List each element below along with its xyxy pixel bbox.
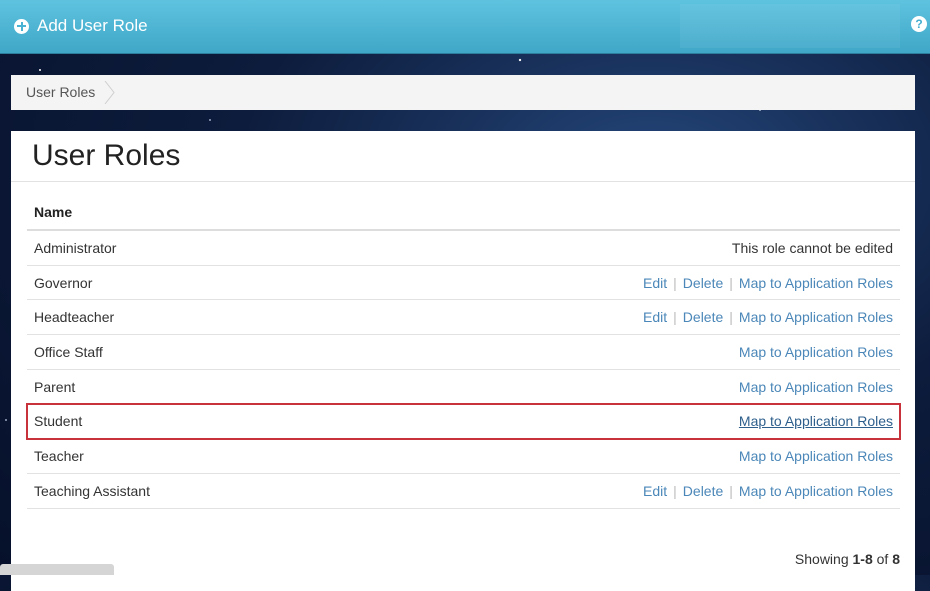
map-to-application-roles-link[interactable]: Map to Application Roles bbox=[739, 379, 893, 395]
table-row: Teacher Map to Application Roles bbox=[27, 439, 900, 474]
paging-summary: Showing 1-8 of 8 bbox=[795, 551, 900, 567]
map-to-application-roles-link[interactable]: Map to Application Roles bbox=[739, 344, 893, 360]
edit-link[interactable]: Edit bbox=[643, 275, 667, 291]
separator: | bbox=[673, 309, 677, 326]
role-name: Student bbox=[34, 413, 83, 430]
paging-total: 8 bbox=[892, 551, 900, 567]
map-to-application-roles-link[interactable]: Map to Application Roles bbox=[739, 448, 893, 464]
add-user-role-button[interactable]: Add User Role bbox=[14, 14, 148, 38]
table-row: Office Staff Map to Application Roles bbox=[27, 335, 900, 370]
role-name: Parent bbox=[34, 378, 76, 395]
role-name: Teacher bbox=[34, 447, 84, 464]
column-header-name: Name bbox=[34, 204, 73, 220]
map-to-application-roles-link[interactable]: Map to Application Roles bbox=[739, 275, 893, 291]
paging-range: 1-8 bbox=[852, 551, 873, 567]
horizontal-scrollbar[interactable] bbox=[0, 564, 114, 575]
row-actions: Edit | Delete | Map to Application Roles bbox=[643, 275, 893, 291]
map-to-application-roles-link[interactable]: Map to Application Roles bbox=[739, 413, 893, 429]
table-row: Administrator This role cannot be edited bbox=[27, 231, 900, 266]
delete-link[interactable]: Delete bbox=[683, 309, 723, 325]
separator: | bbox=[729, 274, 733, 291]
delete-link[interactable]: Delete bbox=[683, 275, 723, 291]
role-name: Administrator bbox=[34, 239, 117, 256]
separator: | bbox=[729, 309, 733, 326]
row-actions: Edit | Delete | Map to Application Roles bbox=[643, 483, 893, 499]
role-name: Governor bbox=[34, 274, 93, 291]
edit-link[interactable]: Edit bbox=[643, 309, 667, 325]
user-roles-table: Name Administrator This role cannot be e… bbox=[26, 195, 901, 509]
paging-prefix: Showing bbox=[794, 551, 849, 567]
separator: | bbox=[729, 482, 733, 499]
help-icon[interactable]: ? bbox=[911, 16, 927, 32]
table-row-highlighted: Student Map to Application Roles bbox=[26, 403, 901, 441]
map-to-application-roles-link[interactable]: Map to Application Roles bbox=[739, 309, 893, 325]
main-card: User Roles Name Administrator This role … bbox=[11, 131, 915, 591]
breadcrumb-item-user-roles[interactable]: User Roles bbox=[26, 84, 95, 100]
role-name: Office Staff bbox=[34, 343, 103, 360]
separator: | bbox=[673, 482, 677, 499]
row-actions: Edit | Delete | Map to Application Roles bbox=[643, 309, 893, 325]
top-bar: Add User Role ? bbox=[0, 0, 930, 54]
title-divider bbox=[11, 181, 915, 182]
role-name: Headteacher bbox=[34, 309, 115, 326]
delete-link[interactable]: Delete bbox=[683, 483, 723, 499]
paging-of: of bbox=[876, 551, 889, 567]
edit-link[interactable]: Edit bbox=[643, 483, 667, 499]
plus-circle-icon bbox=[14, 18, 29, 34]
separator: | bbox=[673, 274, 677, 291]
map-to-application-roles-link[interactable]: Map to Application Roles bbox=[739, 483, 893, 499]
table-row: Parent Map to Application Roles bbox=[27, 370, 900, 405]
breadcrumb-chevron-icon bbox=[104, 81, 115, 104]
table-header: Name bbox=[27, 195, 900, 231]
add-user-role-label: Add User Role bbox=[37, 16, 148, 35]
top-panel bbox=[680, 4, 900, 48]
table-row: Headteacher Edit | Delete | Map to Appli… bbox=[27, 300, 900, 336]
table-row: Governor Edit | Delete | Map to Applicat… bbox=[27, 266, 900, 301]
role-name: Teaching Assistant bbox=[34, 482, 150, 499]
role-note: This role cannot be edited bbox=[731, 239, 893, 256]
table-row: Teaching Assistant Edit | Delete | Map t… bbox=[27, 474, 900, 509]
page-title: User Roles bbox=[32, 139, 181, 172]
breadcrumb: User Roles bbox=[11, 75, 915, 110]
